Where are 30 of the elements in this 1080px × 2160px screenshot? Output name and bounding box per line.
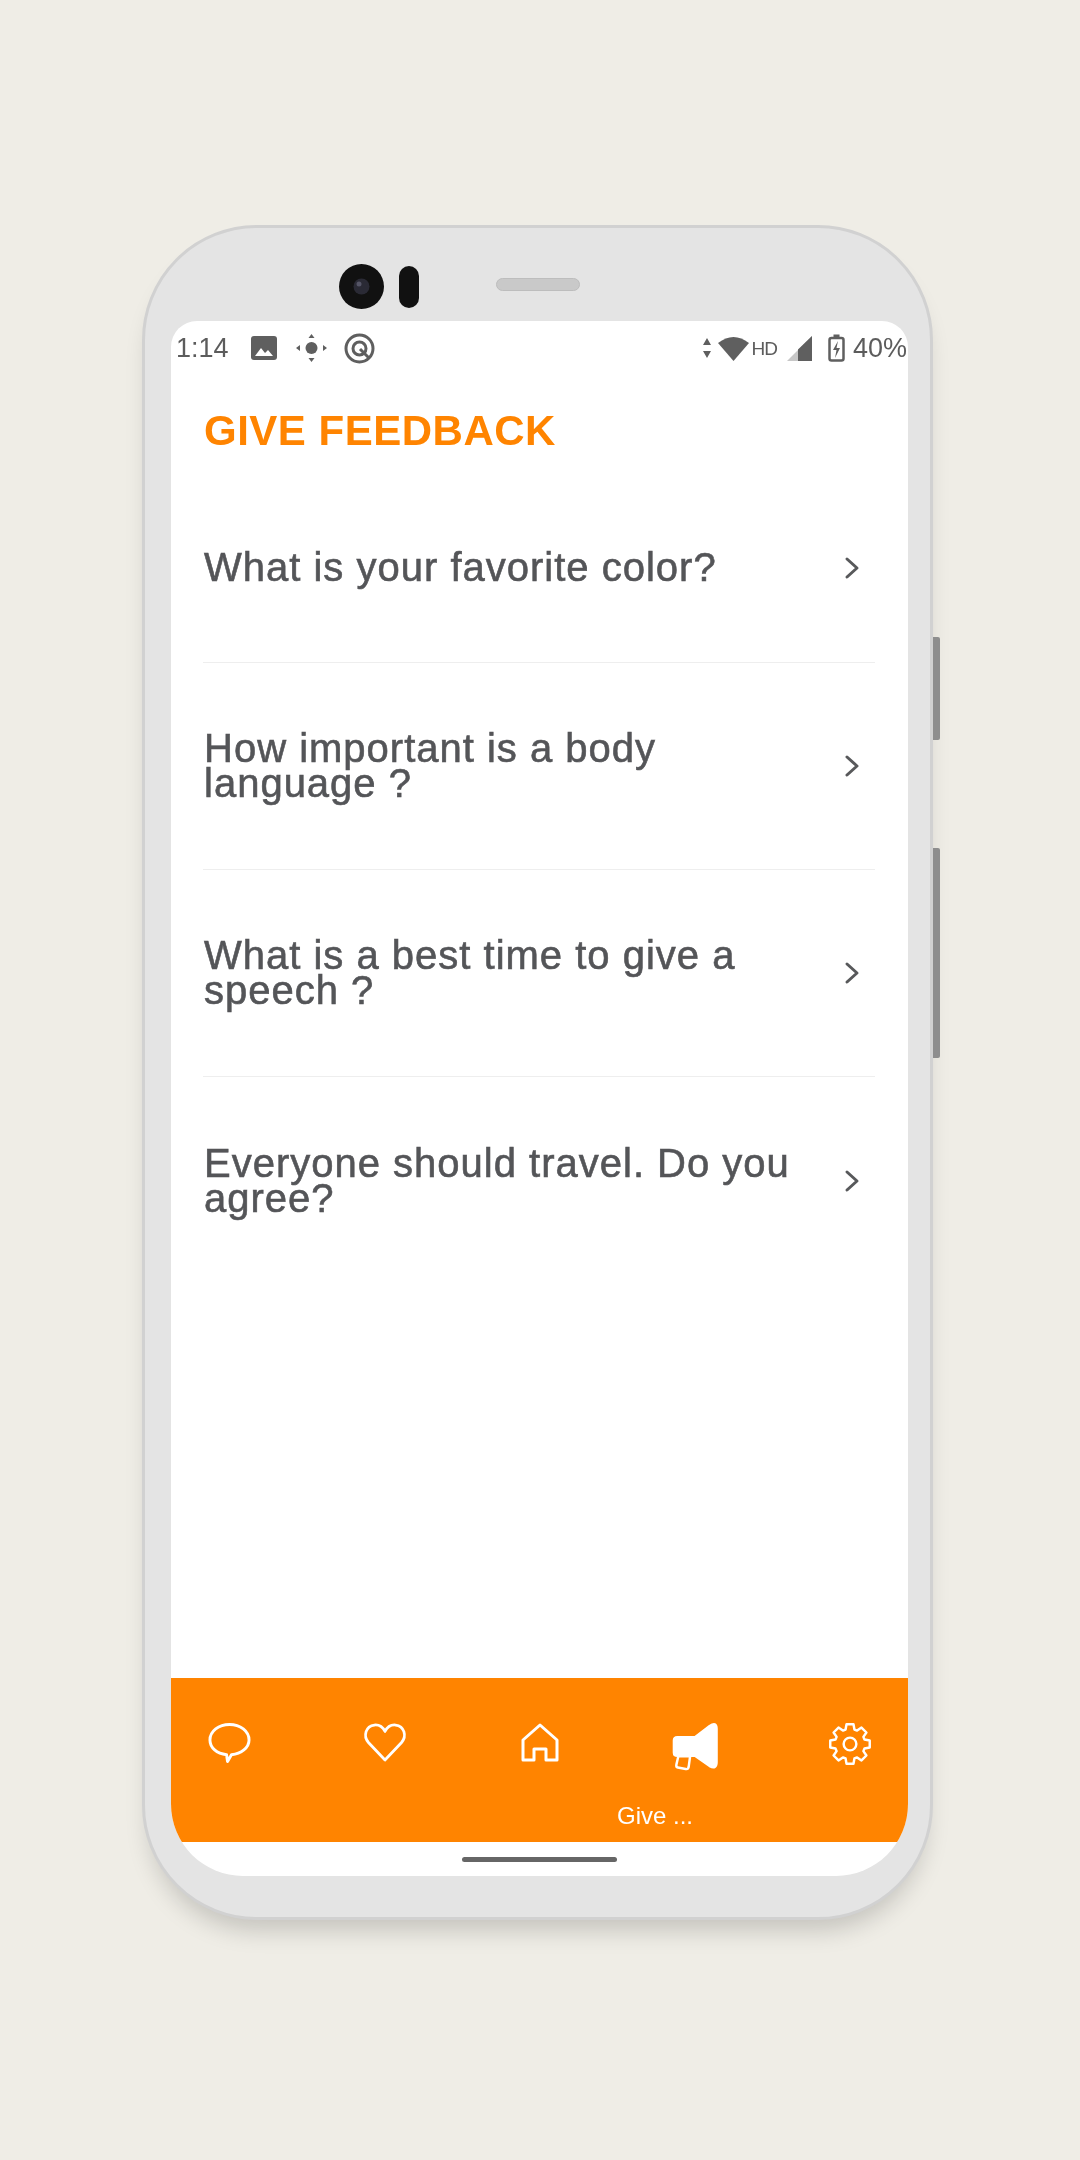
wifi-icon bbox=[717, 335, 749, 361]
nav-tab[interactable] bbox=[361, 1722, 408, 1763]
sensor-pill bbox=[399, 265, 419, 308]
nav-tab[interactable] bbox=[208, 1722, 251, 1764]
battery-percent: 40% bbox=[852, 334, 907, 362]
page-title: GIVE FEEDBACK bbox=[204, 410, 556, 452]
question-item[interactable]: How important is a body language ? bbox=[203, 663, 875, 870]
network-type-label: HD bbox=[751, 338, 777, 358]
settings-icon bbox=[827, 1722, 872, 1766]
nav-tab[interactable] bbox=[827, 1722, 872, 1766]
megaphone-icon bbox=[670, 1722, 719, 1771]
home-icon bbox=[519, 1722, 560, 1762]
question-item[interactable]: Everyone should travel. Do you agree? bbox=[203, 1077, 875, 1284]
battery-charging-icon bbox=[827, 334, 845, 362]
chevron-right-icon bbox=[844, 754, 860, 778]
image-icon bbox=[250, 336, 277, 360]
ring-icon bbox=[343, 332, 375, 364]
camera-lens-icon bbox=[339, 264, 384, 309]
heart-icon bbox=[361, 1722, 408, 1763]
status-time: 1:14 bbox=[176, 334, 229, 362]
nav-tab[interactable] bbox=[519, 1722, 560, 1762]
chevron-right-icon bbox=[844, 1168, 860, 1193]
crosshair-icon bbox=[294, 333, 328, 363]
signal-icon bbox=[785, 335, 812, 361]
question-item[interactable]: What is a best time to give a speech ? bbox=[203, 870, 875, 1077]
data-arrows-icon bbox=[701, 336, 712, 360]
chevron-right-icon bbox=[844, 555, 860, 580]
question-item[interactable]: What is your favorite color? bbox=[203, 473, 875, 663]
speech-bubble-icon bbox=[208, 1722, 251, 1764]
chevron-right-icon bbox=[844, 961, 860, 985]
